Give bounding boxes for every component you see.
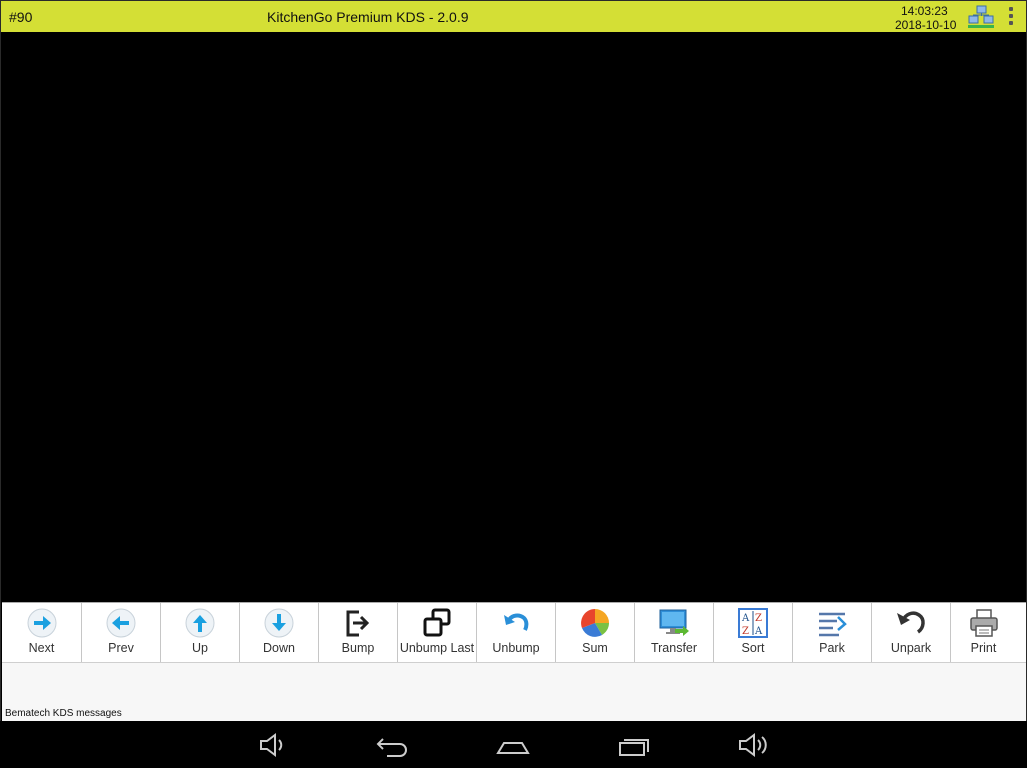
bump-exit-icon <box>346 610 370 637</box>
print-label: Print <box>970 641 997 655</box>
down-button[interactable]: Down <box>240 603 319 662</box>
down-label: Down <box>263 641 295 655</box>
svg-text:Z: Z <box>755 613 762 624</box>
transfer-button[interactable]: Transfer <box>635 603 714 662</box>
park-button[interactable]: Park <box>793 603 872 662</box>
up-button[interactable]: Up <box>161 603 240 662</box>
park-label: Park <box>819 641 845 655</box>
unbump-label: Unbump <box>492 641 540 655</box>
bump-label: Bump <box>341 641 375 655</box>
sort-label: Sort <box>741 641 765 655</box>
unbump-button[interactable]: Unbump <box>477 603 556 662</box>
home-icon[interactable] <box>493 731 533 759</box>
prev-button[interactable]: Prev <box>82 603 161 662</box>
arrow-up-icon <box>185 608 215 638</box>
recent-apps-icon[interactable] <box>614 731 654 759</box>
volume-up-icon[interactable] <box>733 731 773 759</box>
volume-down-icon[interactable] <box>254 731 294 759</box>
svg-text:Z: Z <box>742 626 749 637</box>
app-title: KitchenGo Premium KDS - 2.0.9 <box>267 9 469 25</box>
order-display-area <box>2 33 1026 602</box>
network-status-icon[interactable] <box>967 5 995 29</box>
monitor-transfer-icon <box>659 609 689 636</box>
arrow-down-icon <box>264 608 294 638</box>
restore-windows-icon <box>423 608 451 637</box>
android-navigation-bar <box>0 721 1027 768</box>
arrow-right-icon <box>27 608 56 638</box>
pie-chart-icon <box>581 609 609 637</box>
arrow-left-icon <box>106 608 136 638</box>
clock-date: 2018-10-10 <box>895 18 957 32</box>
bump-button[interactable]: Bump <box>319 603 398 662</box>
rotate-back-icon <box>897 611 925 634</box>
unpark-label: Unpark <box>890 641 932 655</box>
svg-text:A: A <box>754 626 763 637</box>
svg-text:A: A <box>741 613 750 624</box>
printer-icon <box>969 609 998 637</box>
sum-button[interactable]: Sum <box>556 603 635 662</box>
back-icon[interactable] <box>373 731 413 759</box>
unbump-last-label: Unbump Last <box>399 641 475 655</box>
kds-window: #90 KitchenGo Premium KDS - 2.0.9 14:03:… <box>0 0 1027 722</box>
clock-time: 14:03:23 <box>901 4 948 18</box>
overflow-menu-icon[interactable] <box>1005 7 1017 27</box>
station-number: #90 <box>9 9 33 25</box>
title-bar: #90 KitchenGo Premium KDS - 2.0.9 14:03:… <box>1 1 1026 32</box>
unpark-button[interactable]: Unpark <box>872 603 951 662</box>
command-toolbar: Next Prev Up Down Bump Unbump Last Unbum… <box>2 602 1026 662</box>
sort-button[interactable]: AZZA Sort <box>714 603 793 662</box>
message-bar: Bematech KDS messages <box>2 662 1026 722</box>
prev-label: Prev <box>108 641 134 655</box>
message-label: Bematech KDS messages <box>5 708 122 719</box>
sum-label: Sum <box>582 641 608 655</box>
next-label: Next <box>28 641 55 655</box>
unbump-last-button[interactable]: Unbump Last <box>398 603 477 662</box>
up-label: Up <box>192 641 208 655</box>
undo-arrow-icon <box>504 613 529 631</box>
park-lines-icon <box>819 612 847 637</box>
next-button[interactable]: Next <box>2 603 82 662</box>
transfer-label: Transfer <box>650 641 698 655</box>
sort-az-icon: A ZZ A <box>738 608 768 638</box>
print-button[interactable]: Print <box>951 603 1016 662</box>
